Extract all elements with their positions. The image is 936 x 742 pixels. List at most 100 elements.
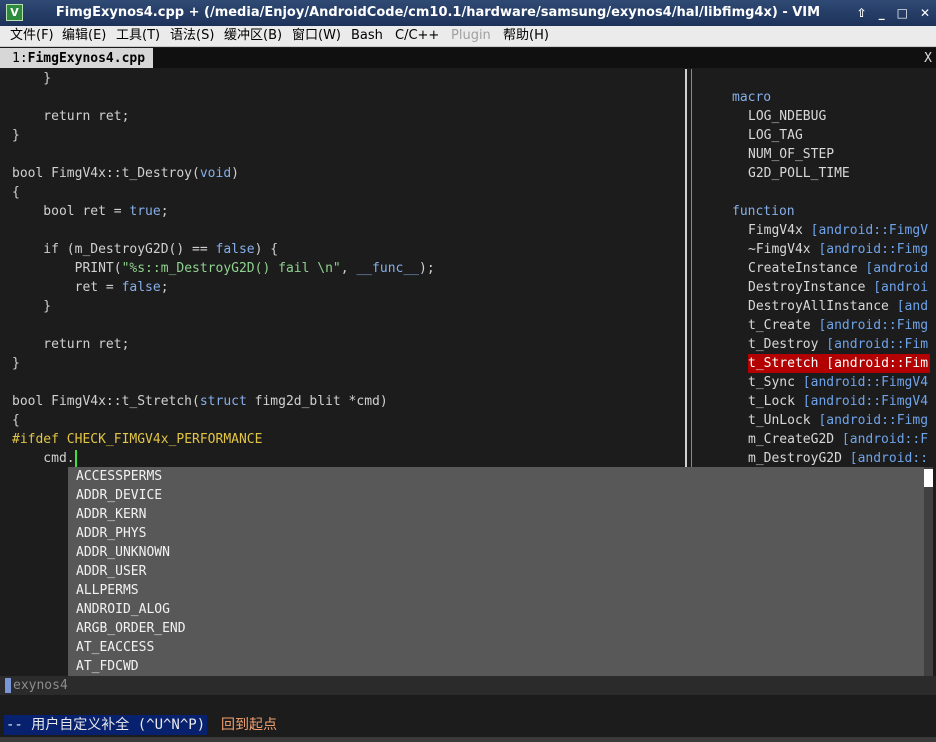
code-line: PRINT("%s::m_DestroyG2D() fail \n", __fu… (12, 261, 435, 276)
tagbar-item[interactable]: CreateInstance [android (748, 259, 928, 278)
code-line: #ifdef CHECK_FIMGV4x_PERFORMANCE (12, 432, 263, 447)
tagbar-item[interactable]: t_Destroy [android::Fim (748, 335, 928, 354)
completion-scrollbar[interactable] (924, 467, 933, 695)
completion-scrollbar-thumb[interactable] (924, 469, 933, 487)
completion-message: 回到起点 (221, 717, 277, 733)
tag-scope: [android::FimgV4 (802, 394, 929, 409)
window-controls: ⇧ _ □ ✕ (857, 0, 930, 26)
tagbar-item[interactable]: DestroyInstance [androi (748, 278, 928, 297)
tag-scope: [android:: (849, 451, 929, 466)
tagbar-item[interactable]: t_Stretch [android::Fim (748, 354, 931, 373)
text-cursor (74, 450, 77, 467)
menu-item[interactable]: 语法(S) (170, 26, 214, 46)
menu-item[interactable]: 缓冲区(B) (224, 26, 282, 46)
minimize-window-icon[interactable]: _ (879, 0, 885, 26)
completion-item[interactable]: ACCESSPERMS (76, 467, 162, 486)
tag-name: t_Lock (748, 394, 795, 409)
tag-name: t_Stretch (748, 356, 819, 371)
menu-item[interactable]: 编辑(E) (62, 26, 106, 46)
menu-item[interactable]: 窗口(W) (292, 26, 341, 46)
tagbar-panel[interactable]: macro LOG_NDEBUG LOG_TAG NUM_OF_STEP G2D_POL… (692, 69, 936, 467)
completion-item[interactable]: ADDR_KERN (76, 505, 146, 524)
tag-name: LOG_NDEBUG (748, 109, 827, 124)
tag-name: FimgV4x (748, 223, 803, 238)
completion-item[interactable]: ARGB_ORDER_END (76, 619, 186, 638)
completion-item[interactable]: AT_FDCWD (76, 657, 139, 676)
tab-label: FimgExynos4.cpp (27, 51, 146, 66)
tagbar-item[interactable]: DestroyAllInstance [and (748, 297, 928, 316)
tag-name: t_Destroy (748, 337, 819, 352)
code-line: return ret; (12, 337, 130, 352)
tag-scope: [android (865, 261, 929, 276)
menu-item[interactable]: Bash (351, 26, 383, 46)
tagbar-item[interactable]: t_Lock [android::FimgV4 (748, 392, 928, 411)
code-line: bool ret = true; (12, 204, 169, 219)
tab-fimgexynos4[interactable]: 1:FimgExynos4.cpp (0, 48, 154, 68)
tag-scope: [android::FimgV (810, 223, 929, 238)
command-line[interactable]: -- 用户自定义补全 (^U^N^P) 回到起点 (0, 713, 936, 737)
code-line: { (12, 413, 20, 428)
code-editor[interactable]: } return ret;}bool FimgV4x::t_Destroy(vo… (0, 69, 685, 467)
code-line: bool FimgV4x::t_Stretch(struct fimg2d_bl… (12, 394, 388, 409)
close-window-icon[interactable]: ✕ (920, 0, 930, 26)
tagbar-section-header[interactable]: function (732, 202, 795, 221)
tag-name: G2D_POLL_TIME (748, 166, 850, 181)
tag-name: t_Create (748, 318, 811, 333)
completion-item[interactable]: ALLPERMS (76, 581, 139, 600)
tag-scope: [android::Fimg (818, 413, 929, 428)
tag-name: ~FimgV4x (748, 242, 811, 257)
tag-name: NUM_OF_STEP (748, 147, 835, 162)
window-title: FimgExynos4.cpp + (/media/Enjoy/AndroidC… (55, 5, 821, 20)
tab-close-icon[interactable]: X (924, 48, 932, 69)
tagbar-section-header[interactable]: macro (732, 88, 771, 107)
tagbar-item[interactable]: LOG_TAG (748, 126, 803, 145)
tag-scope: [android::Fimg (818, 318, 929, 333)
menu-item[interactable]: Plugin (451, 26, 491, 46)
maximize-window-icon[interactable]: □ (897, 0, 908, 26)
completion-item[interactable]: ADDR_DEVICE (76, 486, 162, 505)
menu-bar: 文件(F) 编辑(E) 工具(T) 语法(S) 缓冲区(B) 窗口(W) Bash C/C++… (0, 26, 936, 47)
tagbar-item[interactable]: NUM_OF_STEP (748, 145, 834, 164)
code-line: bool FimgV4x::t_Destroy(void) (12, 166, 239, 181)
tagbar-item[interactable]: t_Create [android::Fimg (748, 316, 928, 335)
tag-scope: [android::Fim (826, 337, 929, 352)
completion-item[interactable]: ADDR_USER (76, 562, 146, 581)
menu-item[interactable]: C/C++ (395, 26, 439, 46)
code-line: } (12, 128, 20, 143)
tagbar-item[interactable]: m_DestroyG2D [android:: (748, 449, 928, 467)
tag-scope: [android::Fim (826, 356, 929, 371)
tagbar-item[interactable]: t_UnLock [android::Fimg (748, 411, 928, 430)
tag-name: t_Sync (748, 375, 795, 390)
tag-name: CreateInstance (748, 261, 858, 276)
vim-app-icon[interactable]: V (6, 4, 23, 21)
tagbar-item[interactable]: t_Sync [android::FimgV4 (748, 373, 928, 392)
tagbar-item[interactable]: ~FimgV4x [android::Fimg (748, 240, 928, 259)
code-line: } (12, 356, 20, 371)
tagbar-item[interactable]: LOG_NDEBUG (748, 107, 826, 126)
vertical-split-divider[interactable] (685, 69, 692, 467)
insert-mode-indicator: -- 用户自定义补全 (^U^N^P) (4, 715, 208, 735)
completion-item[interactable]: ADDR_UNKNOWN (76, 543, 170, 562)
shade-window-icon[interactable]: ⇧ (857, 0, 867, 26)
menu-item[interactable]: 文件(F) (10, 26, 54, 46)
menu-item[interactable]: 工具(T) (116, 26, 160, 46)
tag-scope: [android::FimgV4 (802, 375, 929, 390)
completion-item[interactable]: ANDROID_ALOG (76, 600, 170, 619)
tag-scope: [android::Fimg (818, 242, 929, 257)
status-text: exynos4 (5, 676, 68, 695)
tag-name: DestroyInstance (748, 280, 866, 295)
code-line: } (12, 71, 52, 86)
tagbar-item[interactable]: FimgV4x [android::FimgV (748, 221, 928, 240)
tag-scope: [and (896, 299, 929, 314)
tagbar-item[interactable]: m_CreateG2D [android::F (748, 430, 928, 449)
tagbar-item[interactable]: G2D_POLL_TIME (748, 164, 850, 183)
completion-item[interactable]: ADDR_PHYS (76, 524, 146, 543)
tag-name: LOG_TAG (748, 128, 803, 143)
status-line: exynos4 (0, 676, 936, 695)
completion-item[interactable]: AT_EACCESS (76, 638, 154, 657)
code-line: return ret; (12, 109, 130, 124)
tag-name: t_UnLock (748, 413, 811, 428)
title-bar: V FimgExynos4.cpp + (/media/Enjoy/Androi… (0, 0, 936, 26)
completion-popup[interactable]: ACCESSPERMS ADDR_DEVICE ADDR_KERN ADDR_PHYS… (68, 467, 924, 695)
menu-item[interactable]: 帮助(H) (503, 26, 549, 46)
